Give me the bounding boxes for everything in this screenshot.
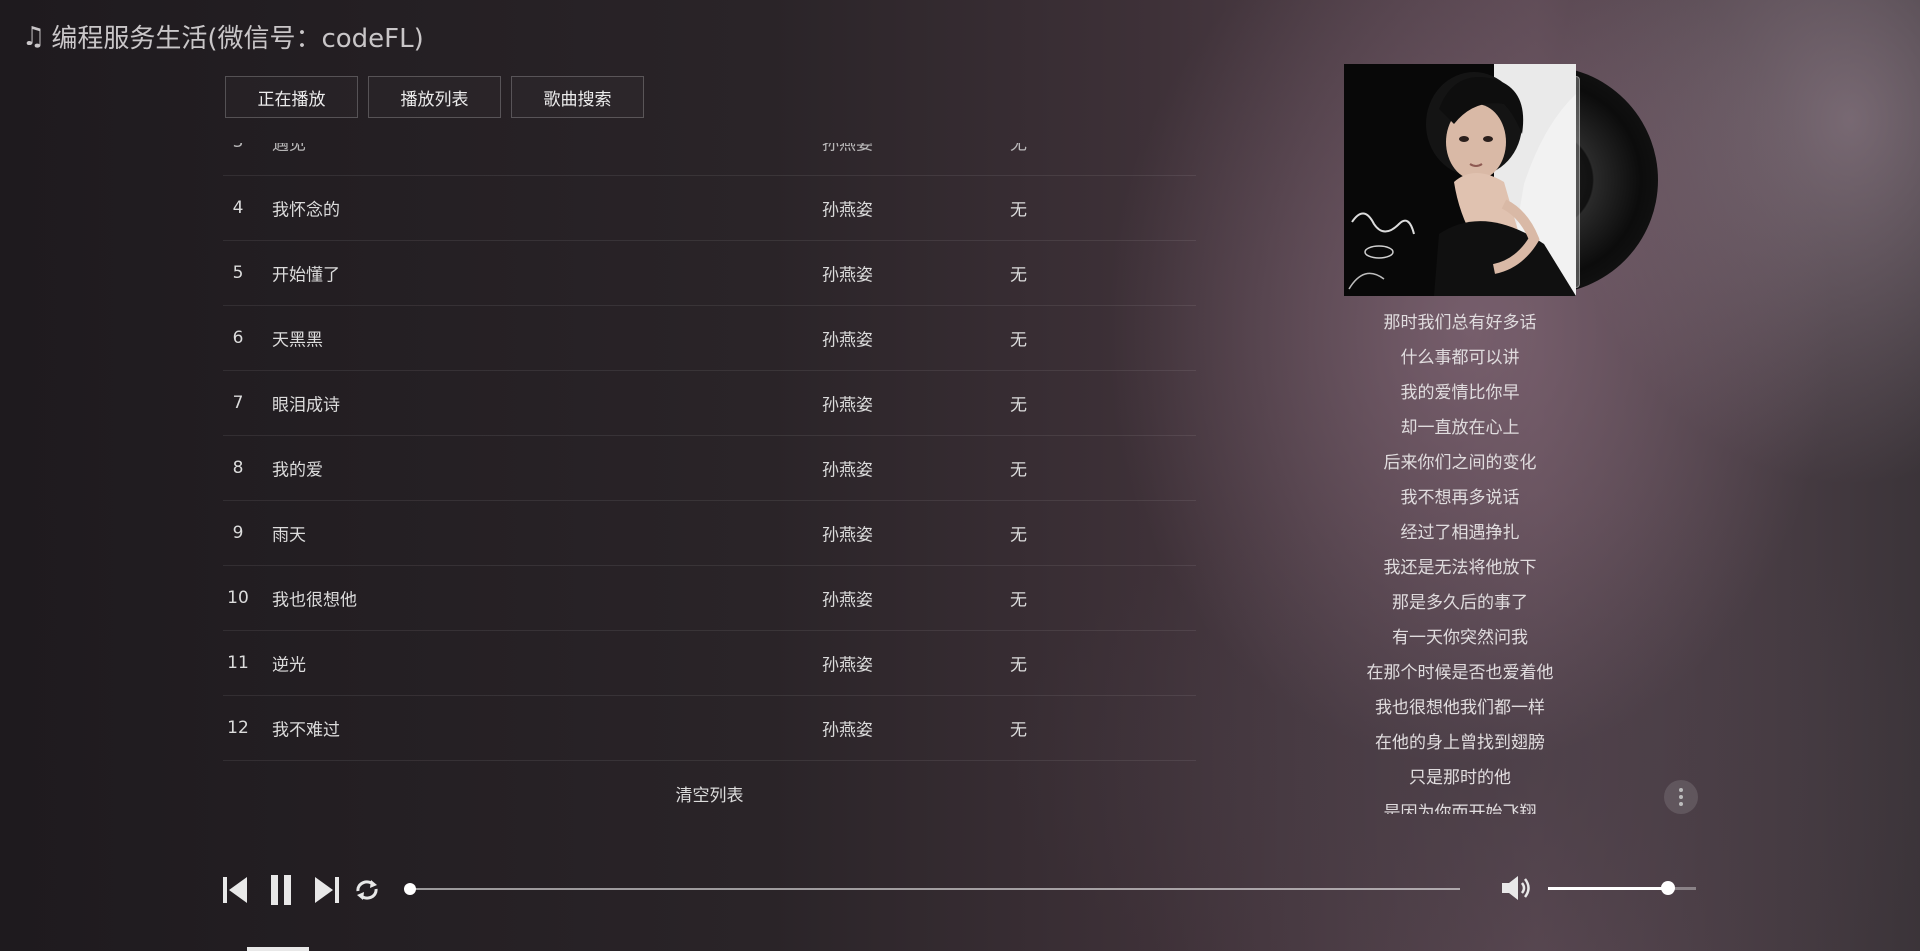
app-title: 编程服务生活(微信号：codeFL) <box>51 24 424 54</box>
row-number: 3 <box>223 143 253 152</box>
lyric-line: 在他的身上曾找到翅膀 <box>1375 733 1545 753</box>
row-number: 12 <box>227 718 249 738</box>
lyric-line: 我的爱情比你早 <box>1400 383 1520 403</box>
lyric-line: 我不想再多说话 <box>1400 488 1520 508</box>
row-number: 7 <box>232 393 244 413</box>
playlist-table: 3 遇见 孙燕姿 无 4 我怀念的 孙燕姿 无 5 开始懂了 孙燕姿 无 6 天… <box>223 143 1196 815</box>
song-artist: 孙燕姿 <box>822 265 873 286</box>
table-row[interactable]: 3 遇见 孙燕姿 无 <box>223 143 1196 176</box>
table-row[interactable]: 10 我也很想他 孙燕姿 无 <box>223 566 1196 631</box>
song-title: 天黑黑 <box>272 330 323 351</box>
tab-song-search[interactable]: 歌曲搜索 <box>511 76 644 118</box>
lyric-line: 只是那时的他 <box>1409 768 1511 788</box>
repeat-icon[interactable] <box>352 872 382 908</box>
song-album: 无 <box>1010 395 1027 416</box>
lyric-line: 我还是无法将他放下 <box>1383 558 1537 578</box>
song-artist: 孙燕姿 <box>822 143 873 155</box>
skip-next-icon[interactable] <box>312 872 342 908</box>
song-artist: 孙燕姿 <box>822 200 873 221</box>
row-number: 11 <box>227 653 249 673</box>
song-title: 逆光 <box>272 655 306 676</box>
song-album: 无 <box>1010 720 1027 741</box>
row-number: 10 <box>227 588 249 608</box>
song-album: 无 <box>1010 655 1027 676</box>
table-row[interactable]: 4 我怀念的 孙燕姿 无 <box>223 176 1196 241</box>
song-album: 无 <box>1010 330 1027 351</box>
tab-playlist[interactable]: 播放列表 <box>368 76 501 118</box>
volume-fill <box>1548 887 1668 890</box>
song-artist: 孙燕姿 <box>822 720 873 741</box>
song-album: 无 <box>1010 590 1027 611</box>
tab-now-playing[interactable]: 正在播放 <box>225 76 358 118</box>
player-controls <box>220 870 382 910</box>
song-title: 眼泪成诗 <box>272 395 340 416</box>
lyric-line: 在那个时候是否也爱着他 <box>1366 663 1554 683</box>
lyric-line: 经过了相遇挣扎 <box>1400 523 1520 543</box>
table-row[interactable]: 6 天黑黑 孙燕姿 无 <box>223 306 1196 371</box>
table-row[interactable]: 5 开始懂了 孙燕姿 无 <box>223 241 1196 306</box>
lyric-line: 我也很想他我们都一样 <box>1375 698 1545 718</box>
bottom-indicator <box>247 947 309 951</box>
table-row[interactable]: 7 眼泪成诗 孙燕姿 无 <box>223 371 1196 436</box>
row-number: 4 <box>232 198 244 218</box>
row-number: 5 <box>232 263 244 283</box>
song-title: 我也很想他 <box>272 590 357 611</box>
progress-bar[interactable] <box>404 883 1460 895</box>
table-row[interactable]: 11 逆光 孙燕姿 无 <box>223 631 1196 696</box>
song-album: 无 <box>1010 265 1027 286</box>
album-cover-area <box>1344 64 1658 296</box>
song-artist: 孙燕姿 <box>822 655 873 676</box>
lyric-line: 那时我们总有好多话 <box>1383 313 1537 333</box>
table-row[interactable]: 9 雨天 孙燕姿 无 <box>223 501 1196 566</box>
album-cover <box>1344 64 1576 296</box>
song-title: 我的爱 <box>272 460 323 481</box>
music-note-icon: ♫ <box>22 21 46 52</box>
lyrics-panel: 那时我们总有好多话 什么事都可以讲 我的爱情比你早 却一直放在心上 后来你们之间… <box>1330 306 1590 814</box>
album-cover-art <box>1344 64 1576 296</box>
song-album: 无 <box>1010 525 1027 546</box>
pause-icon[interactable] <box>266 872 296 908</box>
table-row[interactable]: 8 我的爱 孙燕姿 无 <box>223 436 1196 501</box>
song-album: 无 <box>1010 200 1027 221</box>
table-row[interactable]: 12 我不难过 孙燕姿 无 <box>223 696 1196 761</box>
song-album: 无 <box>1010 143 1027 155</box>
lyric-line: 后来你们之间的变化 <box>1383 453 1537 473</box>
song-artist: 孙燕姿 <box>822 330 873 351</box>
song-artist: 孙燕姿 <box>822 395 873 416</box>
row-number: 8 <box>232 458 244 478</box>
row-number: 9 <box>232 523 244 543</box>
song-artist: 孙燕姿 <box>822 590 873 611</box>
lyric-line: 是因为你而开始飞翔 <box>1383 803 1537 814</box>
volume-handle[interactable] <box>1660 881 1675 895</box>
song-artist: 孙燕姿 <box>822 525 873 546</box>
volume-slider[interactable] <box>1548 881 1696 895</box>
skip-previous-icon[interactable] <box>220 872 250 908</box>
lyric-line: 却一直放在心上 <box>1400 418 1520 438</box>
song-artist: 孙燕姿 <box>822 460 873 481</box>
lyric-line: 那是多久后的事了 <box>1392 593 1528 613</box>
song-title: 我怀念的 <box>272 200 340 221</box>
song-title: 开始懂了 <box>272 265 340 286</box>
song-title: 遇见 <box>272 143 306 155</box>
lyric-line: 有一天你突然问我 <box>1392 628 1528 648</box>
app-logo: ♫ 编程服务生活(微信号：codeFL) <box>22 18 424 55</box>
row-number: 6 <box>232 328 244 348</box>
progress-handle[interactable] <box>404 883 416 895</box>
song-album: 无 <box>1010 460 1027 481</box>
tab-bar: 正在播放 播放列表 歌曲搜索 <box>225 76 644 118</box>
song-title: 我不难过 <box>272 720 340 741</box>
song-title: 雨天 <box>272 525 306 546</box>
more-vertical-icon[interactable] <box>1664 780 1698 814</box>
clear-playlist-button[interactable]: 清空列表 <box>223 761 1196 815</box>
volume-icon[interactable] <box>1500 873 1534 903</box>
lyric-line: 什么事都可以讲 <box>1400 348 1520 368</box>
